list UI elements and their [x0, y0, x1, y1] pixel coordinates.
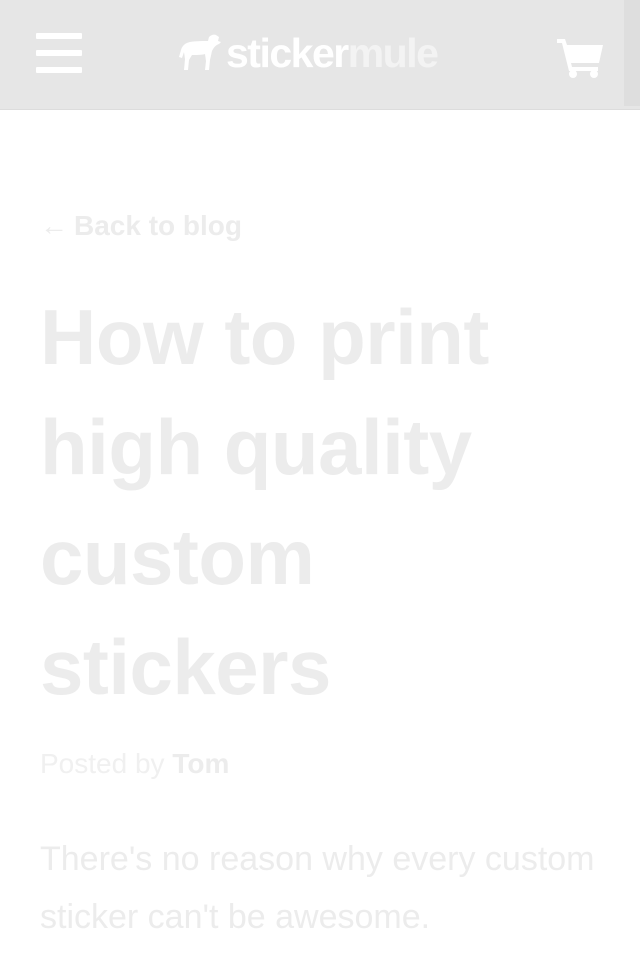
- shopping-cart-icon[interactable]: [557, 36, 605, 78]
- article-title: How to print high quality custom sticker…: [40, 293, 489, 711]
- scroll-edge: [624, 0, 640, 106]
- logo-text-mule: mule: [347, 29, 439, 76]
- logo-text-sticker: sticker: [226, 29, 349, 76]
- menu-line: [36, 67, 82, 73]
- article-byline: Posted by Tom: [40, 748, 229, 780]
- top-navigation-bar: sticker mule: [0, 0, 640, 110]
- author-link[interactable]: Tom: [172, 748, 229, 779]
- mule-logo-icon: [179, 34, 221, 70]
- left-arrow-icon: ←: [40, 210, 68, 241]
- menu-line: [36, 33, 82, 39]
- hamburger-menu-icon[interactable]: [36, 33, 82, 73]
- menu-line: [36, 50, 82, 56]
- back-link-label: Back to blog: [74, 210, 243, 241]
- byline-prefix: Posted by: [40, 748, 165, 779]
- stickermule-logo[interactable]: sticker mule: [178, 28, 439, 78]
- article-intro-paragraph: There's no reason why every custom stick…: [40, 840, 595, 936]
- back-to-blog-link[interactable]: ← Back to blog: [40, 210, 242, 242]
